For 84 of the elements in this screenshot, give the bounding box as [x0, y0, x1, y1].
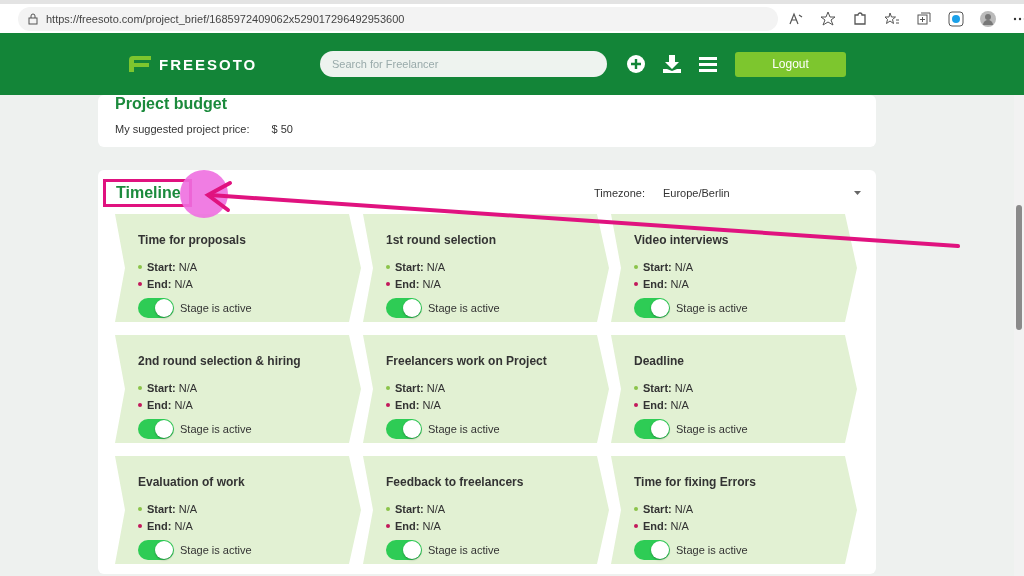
collections-icon[interactable] — [916, 10, 932, 27]
stage-toggle[interactable] — [386, 540, 422, 560]
toggle-label: Stage is active — [676, 544, 748, 556]
caret-icon — [854, 191, 861, 195]
stage-title: Evaluation of work — [138, 475, 246, 491]
stage-toggle[interactable] — [138, 540, 174, 560]
start-dot-icon — [386, 385, 390, 390]
toggle-label: Stage is active — [180, 544, 252, 556]
download-icon[interactable] — [661, 53, 683, 75]
start-dot-icon — [634, 264, 638, 269]
start-date: Start: N/A — [147, 260, 198, 273]
timezone-label: Timezone: — [594, 187, 645, 199]
stage-toggle[interactable] — [138, 419, 174, 439]
end-dot-icon — [634, 523, 638, 528]
read-aloud-icon[interactable] — [788, 10, 804, 27]
lock-icon — [28, 12, 38, 25]
stage-title: Time for proposals — [138, 233, 247, 249]
stage-title: Time for fixing Errors — [634, 475, 757, 491]
star-icon[interactable] — [820, 10, 836, 27]
start-date: Start: N/A — [147, 381, 198, 394]
start-dot-icon — [386, 506, 390, 511]
browser-logo-icon[interactable] — [948, 10, 964, 27]
toggle-label: Stage is active — [676, 302, 748, 314]
stage-title: Video interviews — [634, 233, 730, 249]
stage-title: Freelancers work on Project — [386, 354, 548, 370]
end-date: End: N/A — [395, 398, 441, 411]
stage-title: Deadline — [634, 354, 685, 370]
toggle-label: Stage is active — [676, 423, 748, 435]
toggle-label: Stage is active — [428, 302, 500, 314]
end-dot-icon — [138, 402, 142, 407]
end-dot-icon — [138, 281, 142, 286]
end-dot-icon — [386, 281, 390, 286]
plus-icon[interactable] — [625, 53, 647, 75]
end-dot-icon — [386, 402, 390, 407]
logo-icon — [127, 55, 153, 73]
start-date: Start: N/A — [395, 260, 446, 273]
start-date: Start: N/A — [147, 502, 198, 515]
start-dot-icon — [634, 385, 638, 390]
start-date: Start: N/A — [643, 260, 694, 273]
end-dot-icon — [634, 281, 638, 286]
stage-toggle[interactable] — [138, 298, 174, 318]
logo-text: FREESOTO — [159, 55, 258, 73]
avatar-icon[interactable] — [980, 10, 996, 27]
toggle-label: Stage is active — [180, 423, 252, 435]
stage-toggle[interactable] — [634, 540, 670, 560]
start-dot-icon — [386, 264, 390, 269]
stage-toggle[interactable] — [634, 419, 670, 439]
end-dot-icon — [634, 402, 638, 407]
end-date: End: N/A — [147, 277, 193, 290]
price-value: $ 50 — [271, 123, 293, 135]
end-date: End: N/A — [395, 277, 441, 290]
stage-title: 2nd round selection & hiring — [138, 354, 302, 370]
end-date: End: N/A — [643, 277, 689, 290]
start-dot-icon — [138, 264, 142, 269]
start-dot-icon — [138, 506, 142, 511]
start-dot-icon — [138, 385, 142, 390]
toggle-label: Stage is active — [428, 423, 500, 435]
toggle-label: Stage is active — [428, 544, 500, 556]
stage-title: 1st round selection — [386, 233, 498, 249]
end-date: End: N/A — [395, 519, 441, 532]
start-date: Start: N/A — [395, 502, 446, 515]
start-date: Start: N/A — [643, 502, 694, 515]
end-dot-icon — [138, 523, 142, 528]
start-date: Start: N/A — [395, 381, 446, 394]
scrollbar[interactable] — [1014, 95, 1024, 576]
stage-toggle[interactable] — [386, 419, 422, 439]
section-title: Project budget — [115, 95, 228, 113]
end-dot-icon — [386, 523, 390, 528]
cursor-highlight — [180, 170, 228, 218]
search-field[interactable]: Search for Freelancer — [320, 51, 607, 77]
end-date: End: N/A — [643, 519, 689, 532]
start-date: Start: N/A — [643, 381, 694, 394]
start-dot-icon — [634, 506, 638, 511]
address-bar[interactable]: https://freesoto.com/project_brief/1685972409062x529017296492953600 — [18, 6, 778, 31]
stage-toggle[interactable] — [634, 298, 670, 318]
url-text: https://freesoto.com/project_brief/1685972409062x529017296492953600 — [46, 12, 405, 25]
stage-title: Feedback to freelancers — [386, 475, 525, 491]
toggle-label: Stage is active — [180, 302, 252, 314]
price-label: My suggested project price: — [115, 123, 250, 135]
end-date: End: N/A — [643, 398, 689, 411]
stage-toggle[interactable] — [386, 298, 422, 318]
end-date: End: N/A — [147, 519, 193, 532]
end-date: End: N/A — [147, 398, 193, 411]
favorites-icon[interactable] — [884, 10, 900, 27]
